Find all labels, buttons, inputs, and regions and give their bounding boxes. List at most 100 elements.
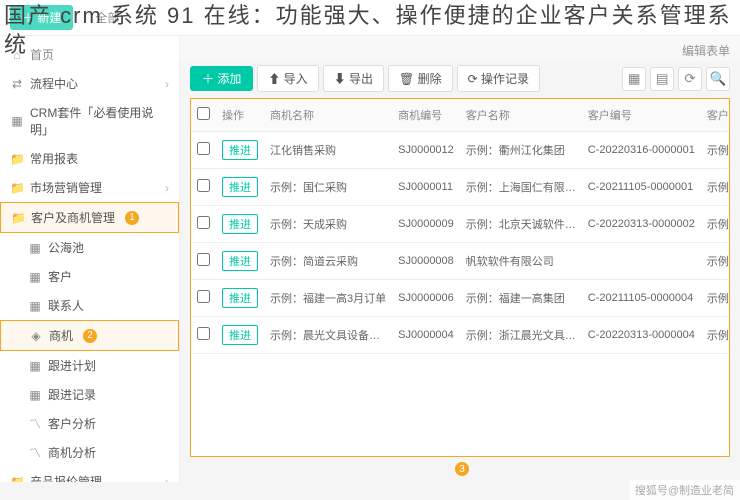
row-checkbox[interactable]: [197, 327, 210, 340]
col-header-4: 客户名称: [460, 99, 582, 132]
sidebar-item-12[interactable]: 〽客户分析: [0, 409, 179, 438]
cell: [582, 243, 701, 280]
cell: 示例：上海国仁有限…: [460, 169, 582, 206]
toolbar: ＋ 添加 ⬆ 导入 ⬇ 导出 🗑 删除 ⟳ 操作记录 ▦ ▤ ⟳ 🔍: [190, 65, 730, 92]
cell: 示例：衢州江化集团: [460, 132, 582, 169]
cell: C-20211105-0000004: [582, 280, 701, 317]
cell: 示例：浙江晨光文具…: [460, 317, 582, 354]
sidebar-item-10[interactable]: ▦跟进计划: [0, 351, 179, 380]
sidebar-icon: 〽: [28, 444, 42, 461]
sidebar-item-2[interactable]: ▦CRM套件「必看使用说明」: [0, 98, 179, 144]
col-header-3: 商机编号: [392, 99, 460, 132]
data-table-wrapper: 操作商机名称商机编号客户名称客户编号客户联系人 推进江化销售采购SJ000001…: [190, 98, 730, 457]
cell: 示例：简道云采购: [264, 243, 392, 280]
oplog-button[interactable]: ⟳ 操作记录: [457, 65, 540, 92]
sidebar-icon: 📁: [10, 152, 24, 166]
cell: 示例：天成采购: [264, 206, 392, 243]
sidebar-label: 常用报表: [30, 150, 78, 167]
cell: 帆软软件有限公司: [460, 243, 582, 280]
sidebar-label: 客户及商机管理: [31, 209, 115, 226]
cell: 示例：王倩: [701, 169, 730, 206]
sidebar-icon: 📁: [10, 181, 24, 195]
push-button[interactable]: 推进: [222, 177, 258, 197]
row-checkbox[interactable]: [197, 290, 210, 303]
sidebar-item-8[interactable]: ▦联系人: [0, 291, 179, 320]
sidebar-label: 跟进记录: [48, 386, 96, 403]
table-row: 推进示例：简道云采购SJ0000008帆软软件有限公司 示例：王立: [191, 243, 730, 280]
new-button[interactable]: ＋ 新建: [10, 5, 73, 30]
select-all-checkbox[interactable]: [197, 107, 210, 120]
sidebar-item-14[interactable]: 📁 产品报价管理 ›: [0, 467, 179, 482]
cell: C-20211105-0000001: [582, 169, 701, 206]
cell: 示例：王立: [701, 243, 730, 280]
push-button[interactable]: 推进: [222, 140, 258, 160]
export-button[interactable]: ⬇ 导出: [323, 65, 384, 92]
sidebar-label: 流程中心: [30, 75, 78, 92]
cell: C-20220313-0000004: [582, 317, 701, 354]
row-checkbox[interactable]: [197, 216, 210, 229]
push-button[interactable]: 推进: [222, 288, 258, 308]
cell: SJ0000008: [392, 243, 460, 280]
chevron-right-icon: ›: [165, 475, 169, 483]
cell: 示例：晨光文具设备…: [264, 317, 392, 354]
sidebar-item-7[interactable]: ▦客户: [0, 262, 179, 291]
col-header-2: 商机名称: [264, 99, 392, 132]
import-button[interactable]: ⬆ 导入: [257, 65, 318, 92]
grid-icon[interactable]: ▦: [622, 67, 646, 91]
cell: 示例：福建一高集团: [460, 280, 582, 317]
sidebar-item-0[interactable]: ⌂首页: [0, 40, 179, 69]
refresh-icon[interactable]: ⟳: [678, 67, 702, 91]
sidebar-item-4[interactable]: 📁 市场营销管理 ›: [0, 173, 179, 202]
cell: SJ0000004: [392, 317, 460, 354]
delete-button[interactable]: 🗑 删除: [388, 65, 453, 92]
sidebar-icon: 📁: [11, 211, 25, 225]
push-button[interactable]: 推进: [222, 214, 258, 234]
sidebar-item-6[interactable]: ▦ 公海池: [0, 233, 179, 262]
table-row: 推进示例：天成采购SJ0000009示例：北京天诚软件…C-20220313-0…: [191, 206, 730, 243]
sidebar-label: 市场营销管理: [30, 179, 102, 196]
chevron-right-icon: ›: [165, 181, 169, 195]
row-checkbox[interactable]: [197, 142, 210, 155]
main-content: 编辑表单 ＋ 添加 ⬆ 导入 ⬇ 导出 🗑 删除 ⟳ 操作记录 ▦ ▤ ⟳ 🔍 …: [180, 36, 740, 482]
annotation-badge: 1: [125, 211, 139, 225]
cell: 示例：王宁: [701, 280, 730, 317]
sidebar: ⌂首页⇄流程中心›▦CRM套件「必看使用说明」📁常用报表📁市场营销管理›📁客户及…: [0, 36, 180, 482]
edit-form-link[interactable]: 编辑表单: [682, 42, 730, 59]
push-button[interactable]: 推进: [222, 251, 258, 271]
cell: 示例：国仁采购: [264, 169, 392, 206]
filter-icon[interactable]: ▤: [650, 67, 674, 91]
sidebar-item-5[interactable]: 📁 客户及商机管理 1: [0, 202, 179, 233]
data-table: 操作商机名称商机编号客户名称客户编号客户联系人 推进江化销售采购SJ000001…: [191, 99, 730, 354]
cell: SJ0000006: [392, 280, 460, 317]
sidebar-icon: 📁: [10, 475, 24, 483]
row-checkbox[interactable]: [197, 253, 210, 266]
cell: 示例：福建一高3月订单: [264, 280, 392, 317]
sidebar-icon: ▦: [28, 241, 42, 255]
sidebar-label: CRM套件「必看使用说明」: [30, 104, 169, 138]
sidebar-item-1[interactable]: ⇄流程中心›: [0, 69, 179, 98]
sidebar-label: 客户: [48, 268, 72, 285]
sidebar-label: 产品报价管理: [30, 473, 102, 482]
topbar: ＋ 新建 全部: [0, 0, 740, 36]
sidebar-item-11[interactable]: ▦ 跟进记录: [0, 380, 179, 409]
sidebar-icon: ⇄: [10, 77, 24, 91]
sidebar-icon: ▦: [28, 388, 42, 402]
sidebar-item-9[interactable]: ◈商机2: [0, 320, 179, 351]
cell: SJ0000011: [392, 169, 460, 206]
col-header-1: 操作: [216, 99, 264, 132]
sidebar-label: 联系人: [48, 297, 84, 314]
col-header-5: 客户编号: [582, 99, 701, 132]
sidebar-item-3[interactable]: 📁 常用报表: [0, 144, 179, 173]
cell: 示例：北京天诚软件…: [460, 206, 582, 243]
row-checkbox[interactable]: [197, 179, 210, 192]
tab-all[interactable]: 全部: [83, 5, 131, 30]
push-button[interactable]: 推进: [222, 325, 258, 345]
sidebar-item-13[interactable]: 〽商机分析: [0, 438, 179, 467]
sidebar-label: 公海池: [48, 239, 84, 256]
sidebar-icon: ◈: [29, 329, 43, 343]
sidebar-icon: ▦: [28, 359, 42, 373]
cell: 江化销售采购: [264, 132, 392, 169]
add-button[interactable]: ＋ 添加: [190, 66, 253, 91]
search-icon[interactable]: 🔍: [706, 67, 730, 91]
table-row: 推进示例：国仁采购SJ0000011示例：上海国仁有限…C-20211105-0…: [191, 169, 730, 206]
